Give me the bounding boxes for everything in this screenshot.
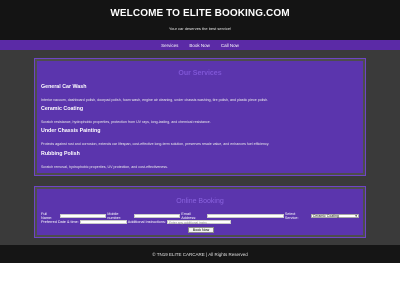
booking-title: Online Booking	[176, 198, 224, 205]
service-description: Interior vacuum, dashboard polish, doorp…	[41, 98, 269, 102]
preferred-date-input[interactable]	[79, 220, 127, 224]
select-service-label: Select Service:	[284, 212, 299, 220]
additional-instructions-input[interactable]: Enter any additional instru...	[166, 220, 231, 225]
site-subtitle: Your car deserves the best service!	[168, 26, 232, 31]
service-item-under-chassis-painting: Under Chassis Painting Protects against …	[41, 128, 359, 146]
site-footer: © TN19 ELITE CARCARE | All Rights Reserv…	[0, 245, 400, 263]
email-label: Email Address:	[181, 212, 197, 220]
service-name: General Car Wash	[41, 84, 87, 90]
site-header: WELCOME TO ELITE BOOKING.COM Your car de…	[0, 0, 400, 40]
service-select[interactable]: Ceramic Coating ▾	[310, 213, 360, 219]
additional-instructions-placeholder: Enter any additional instru...	[168, 221, 210, 225]
mobile-label: Mobile number:	[107, 212, 122, 220]
service-description: Scratch removal, hydrophobic properties,…	[41, 165, 168, 169]
nav-services[interactable]: Services	[161, 43, 178, 48]
mobile-input[interactable]	[134, 214, 181, 218]
email-input[interactable]	[207, 214, 284, 218]
service-name: Under Chassis Painting	[41, 128, 101, 134]
preferred-date-label: Preferred Date & time:	[41, 220, 79, 224]
book-now-button[interactable]: Book Now	[188, 227, 214, 233]
service-select-value: Ceramic Coating	[312, 214, 339, 218]
nav-book-now[interactable]: Book Now	[189, 43, 210, 48]
service-item-general-car-wash: General Car Wash Interior vacuum, dashbo…	[41, 84, 359, 102]
booking-form-row-2: Preferred Date & time: Additional Instru…	[41, 220, 359, 225]
service-name: Ceramic Coating	[41, 106, 84, 112]
service-item-ceramic-coating: Ceramic Coating Scratch resistance, hydr…	[41, 106, 359, 124]
services-title: Our Services	[178, 70, 222, 77]
top-navigation: Services Book Now Call Now	[0, 40, 400, 50]
services-section: Our Services General Car Wash Interior v…	[34, 58, 366, 176]
nav-call-now[interactable]: Call Now	[221, 43, 239, 48]
service-description: Scratch resistance, hydrophobic properti…	[41, 120, 211, 124]
booking-section: Online Booking Full Name: Mobile number:…	[34, 186, 366, 238]
chevron-down-icon: ▾	[355, 214, 358, 218]
site-title: WELCOME TO ELITE BOOKING.COM	[110, 8, 290, 19]
page-bottom-area	[0, 263, 400, 300]
booking-form-row-1: Full Name: Mobile number: Email Address:…	[41, 212, 360, 220]
footer-text: © TN19 ELITE CARCARE | All Rights Reserv…	[152, 251, 248, 257]
additional-instructions-label: Additional Instructions:	[127, 220, 166, 224]
service-name: Rubbing Polish	[41, 151, 80, 157]
service-description: Protects against rust and corrosion, ext…	[41, 142, 270, 146]
full-name-input[interactable]	[60, 214, 107, 218]
full-name-label: Full Name:	[41, 212, 53, 220]
service-item-rubbing-polish: Rubbing Polish Scratch removal, hydropho…	[41, 151, 359, 169]
